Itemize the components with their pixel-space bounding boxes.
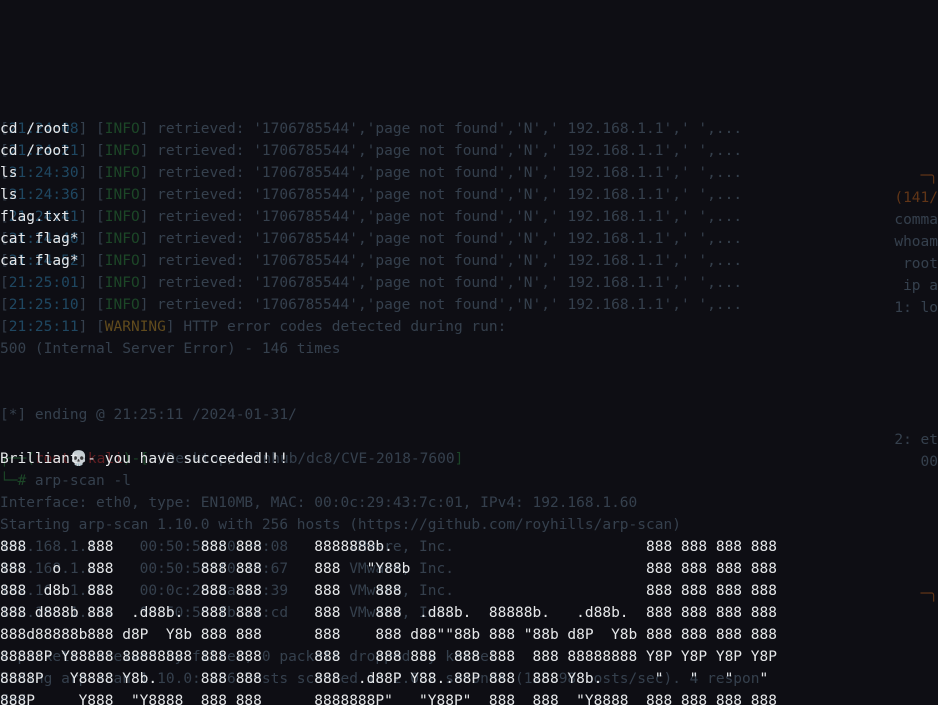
fg-line: 888P Y888 "Y8888 888 888 8888888P" "Y88P…: [0, 690, 777, 705]
fg-line: flag.txt: [0, 206, 70, 228]
fg-line: cd /root: [0, 140, 70, 162]
fg-line: cat flag*: [0, 250, 79, 272]
fg-line: cd /root: [0, 118, 70, 140]
terminal-screen[interactable]: [21:24:08] [INFO] retrieved: '1706785544…: [0, 110, 938, 705]
fg-line: 888 d8b 888 888 888 888 888 888 888 888 …: [0, 580, 777, 602]
fg-line: 8888P Y8888 Y8b. 888 888 888 .d88P Y88..…: [0, 668, 777, 690]
fg-line: 888 o 888 888 888 888 "Y88b 888 888 888 …: [0, 558, 777, 580]
foreground-terminal-layer: cd /rootcd /rootlslsflag.txtcat flag*cat…: [0, 110, 938, 705]
fg-line: 88888P Y88888 88888888 888 888 888 888 8…: [0, 646, 777, 668]
fg-line: 888 888 888 888 8888888b. 888 888 888 88…: [0, 536, 777, 558]
fg-line: Brilliant - you have succeeded!!!: [0, 448, 288, 470]
fg-line: 888d88888b888 d8P Y8b 888 888 888 888 d8…: [0, 624, 777, 646]
fg-line: 888 d888b 888 .d88b. 888 888 888 888 .d8…: [0, 602, 777, 624]
fg-line: ls: [0, 184, 17, 206]
fg-line: cat flag*: [0, 228, 79, 250]
fg-line: ls: [0, 162, 17, 184]
